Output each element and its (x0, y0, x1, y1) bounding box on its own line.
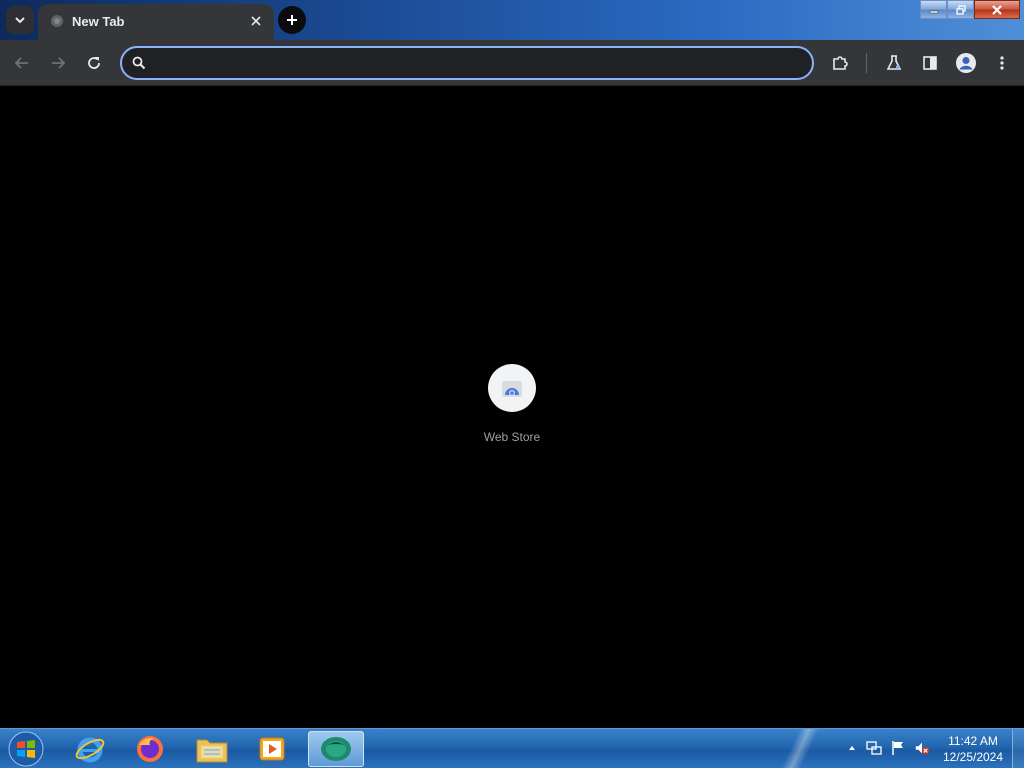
taskbar-file-explorer[interactable] (184, 731, 240, 767)
close-icon (992, 4, 1002, 15)
taskbar-chrome[interactable] (308, 731, 364, 767)
internet-explorer-icon (75, 737, 105, 763)
close-window-button[interactable] (974, 0, 1020, 19)
network-icon (866, 741, 882, 755)
profile-button[interactable] (954, 51, 978, 75)
address-input[interactable] (154, 52, 794, 74)
new-tab-button[interactable] (278, 6, 306, 34)
new-tab-page: Web Store (0, 87, 1024, 728)
globe-icon (51, 15, 63, 27)
browser-title-bar: New Tab (0, 0, 1024, 40)
chrome-app-icon (321, 737, 351, 761)
extensions-button[interactable] (828, 51, 852, 75)
tab-search-button[interactable] (6, 6, 34, 34)
action-center-tray-icon[interactable] (890, 740, 906, 756)
clock-date: 12/25/2024 (942, 750, 1004, 764)
address-bar[interactable] (120, 46, 814, 80)
tab-title: New Tab (72, 14, 125, 29)
taskbar-media-player[interactable] (244, 731, 300, 767)
tab-close-button[interactable] (248, 13, 264, 29)
plus-icon (287, 15, 297, 25)
file-explorer-icon (196, 739, 228, 763)
side-panel-button[interactable] (918, 51, 942, 75)
start-button[interactable] (6, 730, 46, 768)
web-store-icon (502, 381, 522, 397)
menu-button[interactable] (990, 51, 1014, 75)
clock-time: 11:42 AM (948, 734, 998, 748)
network-tray-icon[interactable] (866, 740, 882, 756)
chevron-down-icon (15, 17, 25, 24)
show-desktop-button[interactable] (1012, 729, 1024, 768)
labs-button[interactable] (882, 51, 906, 75)
taskbar-internet-explorer[interactable] (62, 731, 118, 767)
windows-logo-icon (8, 731, 44, 767)
more-vertical-icon (1000, 56, 1004, 70)
minimize-button[interactable] (920, 0, 947, 19)
window-controls (920, 0, 1020, 20)
taskbar-clock[interactable]: 11:42 AM 12/25/2024 (936, 733, 1010, 765)
tab-new-tab[interactable]: New Tab (38, 4, 274, 40)
forward-button[interactable] (46, 51, 70, 75)
taskbar-firefox[interactable] (122, 731, 178, 767)
avatar-icon (956, 53, 976, 73)
restore-icon (955, 4, 966, 15)
firefox-icon (137, 736, 163, 762)
side-panel-icon (923, 56, 937, 70)
desktop-screen: New Tab Web Store 11:42 AM 12/25/2024 (0, 0, 1024, 768)
arrow-right-icon (52, 57, 66, 69)
puzzle-icon (833, 56, 848, 70)
volume-muted-icon (915, 742, 930, 755)
back-button[interactable] (10, 51, 34, 75)
reload-icon (88, 57, 100, 69)
minimize-icon (929, 10, 938, 13)
flask-icon (886, 55, 902, 70)
show-hidden-icons-button[interactable] (844, 740, 860, 756)
shortcut-web-store[interactable]: Web Store (472, 364, 552, 454)
search-icon (132, 56, 146, 70)
reload-button[interactable] (82, 51, 106, 75)
chevron-up-icon (849, 746, 855, 750)
media-player-icon (259, 737, 285, 761)
shortcut-icon-tile (488, 364, 536, 412)
close-icon (251, 16, 261, 26)
browser-toolbar (0, 40, 1024, 86)
shortcut-label: Web Store (483, 430, 541, 444)
flag-icon (892, 741, 903, 755)
taskbar: 11:42 AM 12/25/2024 (0, 728, 1024, 768)
toolbar-separator (866, 53, 867, 73)
restore-button[interactable] (947, 0, 974, 19)
volume-tray-icon[interactable] (914, 740, 930, 756)
taskbar-glare (760, 729, 840, 768)
arrow-left-icon (14, 57, 28, 69)
